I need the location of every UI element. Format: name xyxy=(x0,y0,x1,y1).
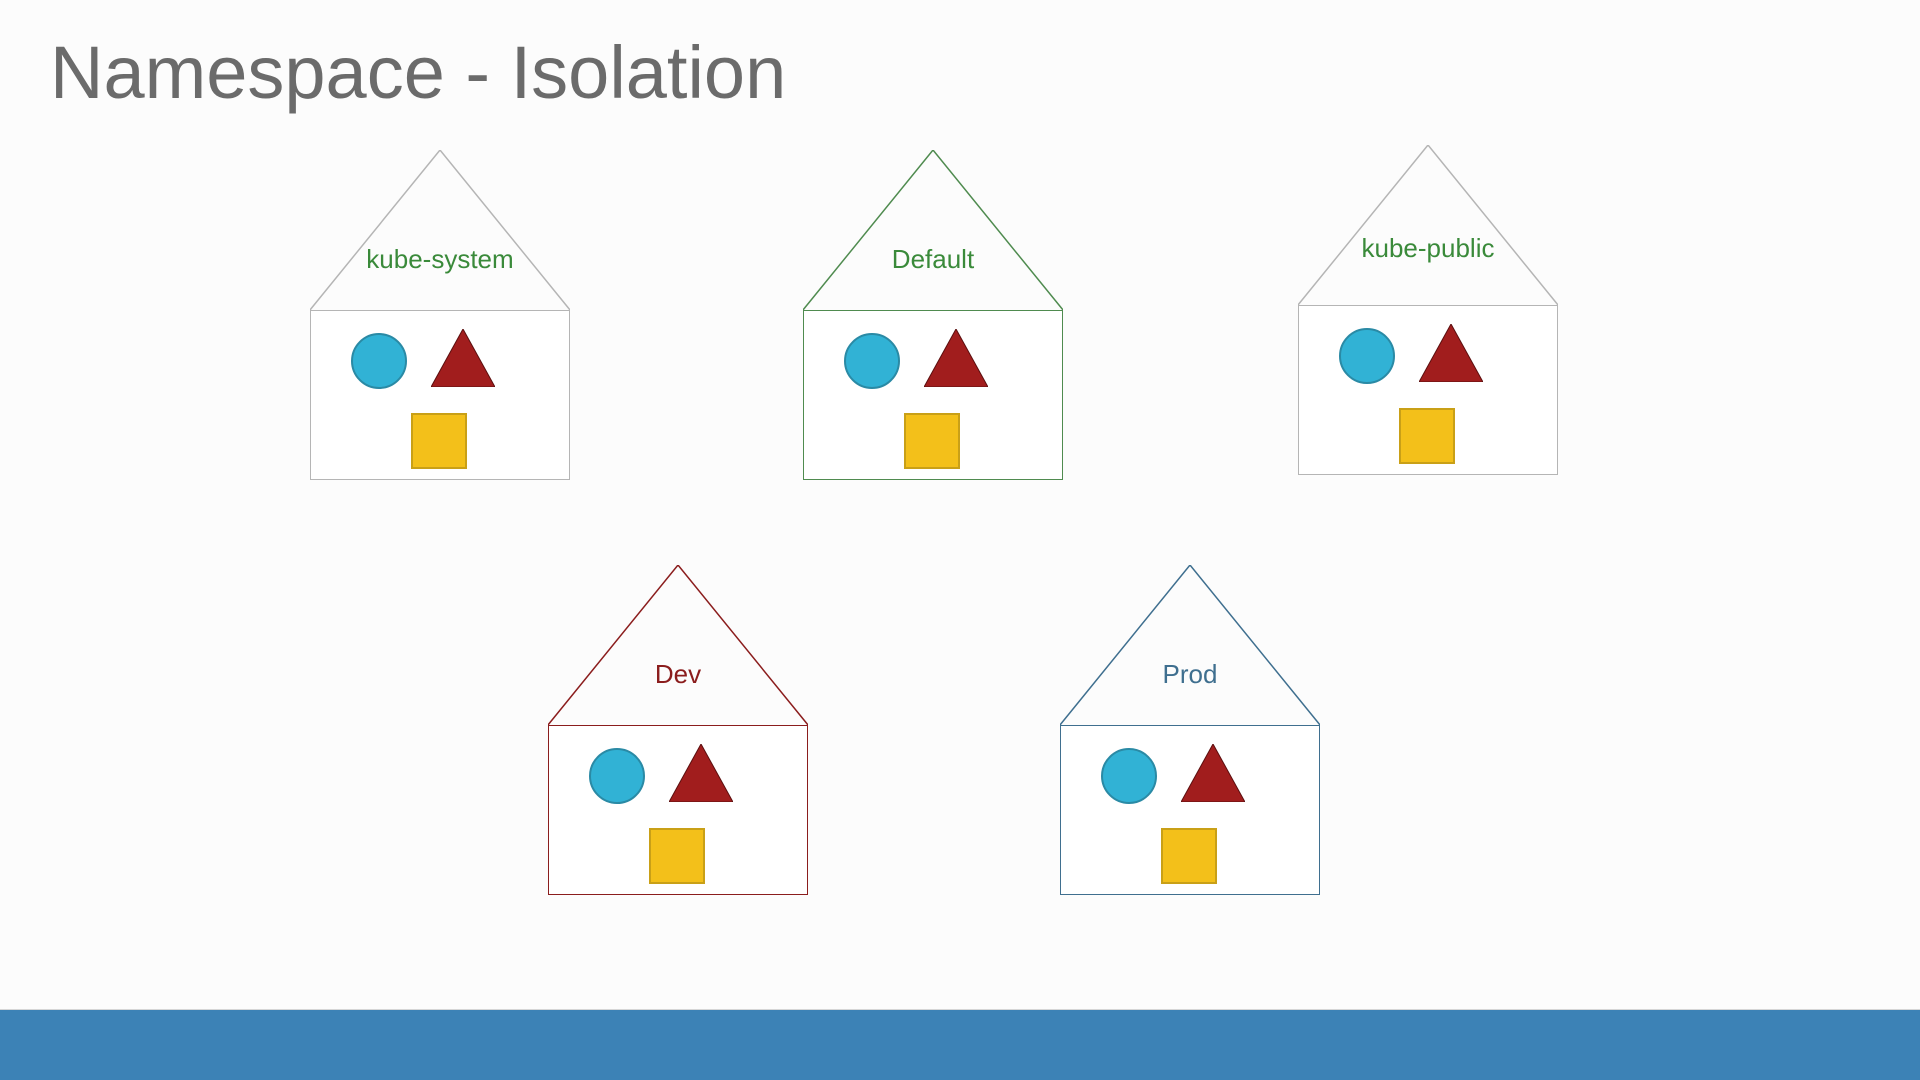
house-body xyxy=(1298,305,1558,475)
house-label: kube-public xyxy=(1298,233,1558,264)
square-icon xyxy=(1399,408,1455,464)
footer-bar xyxy=(0,1010,1920,1080)
triangle-icon xyxy=(669,744,733,802)
circle-icon xyxy=(844,333,900,389)
house-body xyxy=(803,310,1063,480)
house-body xyxy=(1060,725,1320,895)
house-kube-system: kube-system xyxy=(310,150,570,480)
house-label: Default xyxy=(803,244,1063,275)
house-dev: Dev xyxy=(548,565,808,895)
roof-icon xyxy=(1060,565,1320,725)
roof-icon xyxy=(803,150,1063,310)
house-body xyxy=(310,310,570,480)
circle-icon xyxy=(1339,328,1395,384)
roof-icon xyxy=(548,565,808,725)
square-icon xyxy=(904,413,960,469)
square-icon xyxy=(649,828,705,884)
house-label: Prod xyxy=(1060,659,1320,690)
house-default: Default xyxy=(803,150,1063,480)
circle-icon xyxy=(1101,748,1157,804)
house-label: Dev xyxy=(548,659,808,690)
house-kube-public: kube-public xyxy=(1298,145,1558,475)
roof-icon xyxy=(1298,145,1558,305)
square-icon xyxy=(411,413,467,469)
triangle-icon xyxy=(924,329,988,387)
triangle-icon xyxy=(431,329,495,387)
triangle-icon xyxy=(1181,744,1245,802)
page-title: Namespace - Isolation xyxy=(50,30,786,115)
house-prod: Prod xyxy=(1060,565,1320,895)
slide: Namespace - Isolation kube-system Defaul… xyxy=(0,0,1920,1080)
circle-icon xyxy=(589,748,645,804)
house-label: kube-system xyxy=(310,244,570,275)
square-icon xyxy=(1161,828,1217,884)
roof-icon xyxy=(310,150,570,310)
house-body xyxy=(548,725,808,895)
circle-icon xyxy=(351,333,407,389)
triangle-icon xyxy=(1419,324,1483,382)
